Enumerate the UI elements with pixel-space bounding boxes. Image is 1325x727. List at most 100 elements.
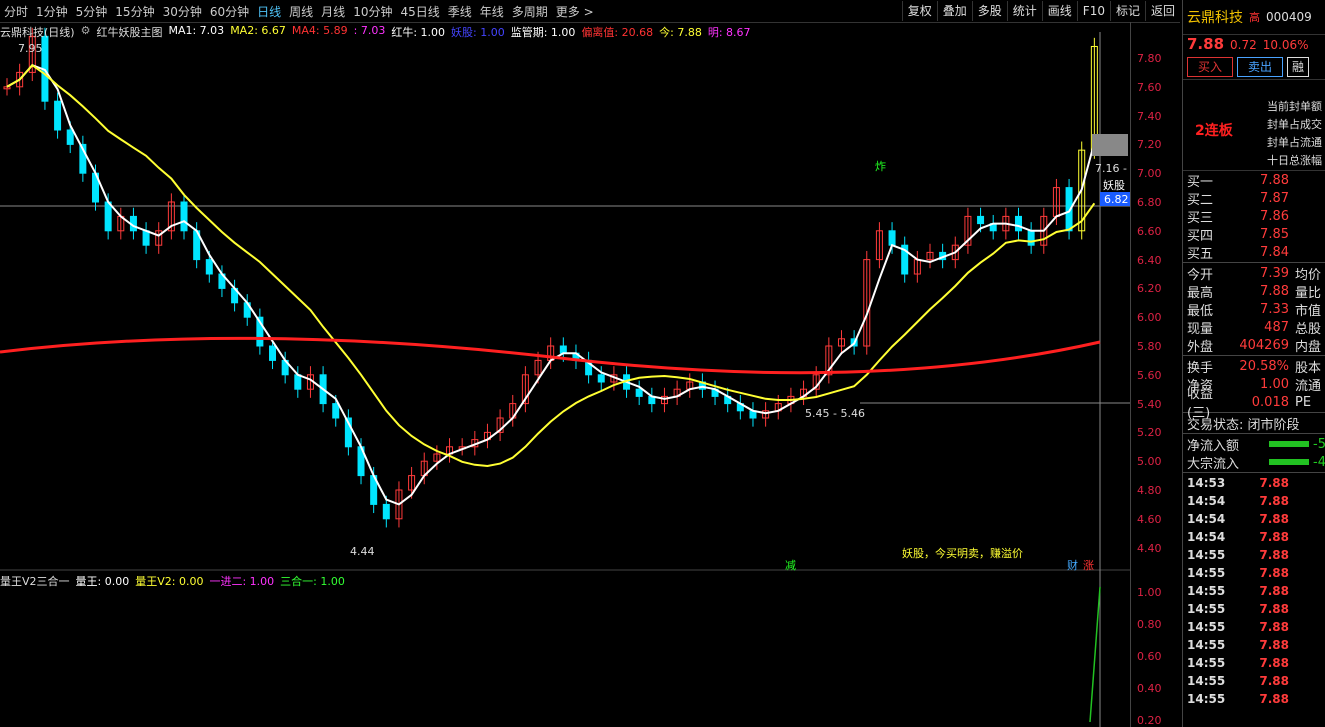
tick-price: 7.88 [1259, 674, 1289, 688]
tab-12[interactable]: 年线 [476, 3, 508, 20]
tab-3[interactable]: 15分钟 [111, 3, 158, 20]
tick-row: 14:55 7.88 [1183, 618, 1325, 636]
candle [888, 230, 896, 246]
book-row-4-label: 买五 [1187, 246, 1214, 262]
tab-4[interactable]: 30分钟 [159, 3, 206, 20]
book-row-3-label: 买四 [1187, 228, 1214, 244]
sub-line [1089, 586, 1101, 723]
limit-info-1: 封单占成交 [1267, 118, 1322, 131]
candle [180, 201, 188, 232]
tool-button-5[interactable]: F10 [1076, 1, 1110, 21]
stat-row-2-label: 最低 [1187, 303, 1214, 319]
zha-label: 炸 [875, 160, 886, 173]
candle [382, 503, 390, 520]
tool-button-4[interactable]: 画线 [1041, 1, 1077, 21]
tick-price: 7.88 [1259, 566, 1289, 580]
tool-button-0[interactable]: 复权 [901, 1, 937, 21]
y-tick: 6.20 [1137, 282, 1162, 296]
legend-title: 云鼎科技(日线) [0, 26, 75, 39]
tick-price: 7.88 [1259, 530, 1289, 544]
tool-button-2[interactable]: 多股 [971, 1, 1007, 21]
y-tick: 4.80 [1137, 484, 1162, 497]
tab-11[interactable]: 季线 [444, 3, 476, 20]
jian-label: 减 [785, 559, 796, 572]
stat2-row-0-value: 20.58% [1239, 358, 1289, 374]
order-book: 买一 7.88 买二 7.87 买三 7.86 买四 7.85 买五 7.84 [1183, 171, 1325, 262]
yaogu-tag: 妖股 [1103, 178, 1125, 192]
tick-time: 14:55 [1187, 584, 1226, 598]
limit-info-0: 当前封单额 [1267, 100, 1322, 113]
tool-button-3[interactable]: 统计 [1006, 1, 1042, 21]
legend-indicator[interactable]: 红牛妖股主图 [96, 24, 162, 40]
limit-info: 当前封单额 封单占成交 封单占流通 十日总涨幅 [1267, 98, 1322, 170]
sub-tick: 0.60 [1137, 650, 1162, 663]
stat-row-0-value: 7.39 [1260, 265, 1289, 281]
candle [635, 388, 643, 397]
tick-time: 14:55 [1187, 692, 1226, 706]
settings-icon[interactable]: ⚙ [81, 24, 91, 40]
book-row-1: 买二 7.87 [1183, 189, 1325, 208]
tool-button-1[interactable]: 叠加 [936, 1, 972, 21]
stat-row-4-extra: 内盘 [1295, 339, 1322, 355]
y-tick: 6.00 [1137, 311, 1162, 325]
tab-2[interactable]: 5分钟 [72, 3, 112, 20]
stat2-row-2-value: 0.018 [1251, 394, 1289, 410]
tab-9[interactable]: 10分钟 [349, 3, 396, 20]
sub-legend: 量王V2三合一 量王: 0.00 量王V2: 0.00 一进二: 1.00 三合… [0, 573, 345, 589]
sub-name[interactable]: 量王V2三合一 [0, 573, 70, 589]
tab-13[interactable]: 多周期 [508, 3, 552, 20]
tab-6[interactable]: 日线 [253, 3, 285, 20]
change: 0.72 [1230, 38, 1257, 52]
tick-price: 7.88 [1259, 512, 1289, 526]
flow-bar [1269, 459, 1310, 465]
kline-chart[interactable]: 7.95 4.44 5.45 - 5.46 炸减 妖股 7.16 - 妖股，今买明卖，赚溢价… [0, 22, 1130, 727]
candle [66, 129, 74, 145]
tab-7[interactable]: 周线 [285, 3, 317, 20]
tab-10[interactable]: 45日线 [396, 3, 443, 20]
tab-14[interactable]: 更多 > [552, 3, 598, 20]
stat-row-3-label: 现量 [1187, 321, 1214, 337]
y-tick: 7.20 [1137, 138, 1162, 152]
limit-info-3: 十日总涨幅 [1267, 154, 1322, 167]
candle [1027, 230, 1035, 246]
y-tick: 5.20 [1137, 426, 1162, 440]
tick-time: 14:55 [1187, 548, 1226, 562]
stock-name: 云鼎科技 [1187, 10, 1243, 26]
candle [54, 100, 62, 131]
buy-button[interactable]: 买入 [1187, 57, 1234, 77]
tool-button-7[interactable]: 返回 [1144, 1, 1180, 21]
tab-5[interactable]: 60分钟 [206, 3, 253, 20]
y-tick: 5.00 [1137, 455, 1162, 469]
book-row-4-value: 7.84 [1260, 244, 1289, 260]
y-tick: 5.60 [1137, 368, 1162, 382]
tick-row: 14:55 7.88 [1183, 600, 1325, 618]
tick-time: 14:54 [1187, 530, 1226, 544]
cai-label: 财 [1067, 558, 1078, 572]
more-button[interactable]: 融 [1287, 57, 1310, 77]
y-tick: 4.60 [1137, 512, 1162, 526]
stat-row-1: 最高 7.88 量比 [1183, 282, 1325, 301]
tick-time: 14:55 [1187, 566, 1226, 580]
tab-0[interactable]: 分时 [0, 3, 32, 20]
book-row-3-value: 7.85 [1260, 226, 1289, 242]
y-tick: 6.80 [1137, 196, 1162, 209]
zhang-label: 涨 [1083, 559, 1094, 572]
legend-pianli: 偏离值: 20.68 [581, 26, 654, 39]
legend-ming: 明: 8.67 [707, 26, 751, 39]
book-row-1-value: 7.87 [1260, 190, 1289, 206]
book-row-0-value: 7.88 [1260, 172, 1289, 188]
stat-row-4-value: 404269 [1239, 337, 1289, 353]
tool-button-6[interactable]: 标记 [1109, 1, 1145, 21]
quote-panel: 云鼎科技 高 000409 7.88 0.72 10.06% 买入 卖出 融 2… [1182, 0, 1325, 727]
flow-row-1: 大宗流入 -4 [1183, 453, 1325, 472]
tick-price: 7.88 [1259, 602, 1289, 616]
tick-price: 7.88 [1259, 620, 1289, 634]
legend-ma2: MA2: 6.67 [230, 24, 286, 37]
tab-8[interactable]: 月线 [317, 3, 349, 20]
tab-1[interactable]: 1分钟 [32, 3, 72, 20]
y-tick: 7.00 [1137, 167, 1162, 181]
sell-button[interactable]: 卖出 [1237, 57, 1284, 77]
y-tick: 7.40 [1137, 109, 1162, 123]
flow-label: 净流入额 [1187, 438, 1240, 454]
y-tick: 4.40 [1137, 541, 1162, 555]
